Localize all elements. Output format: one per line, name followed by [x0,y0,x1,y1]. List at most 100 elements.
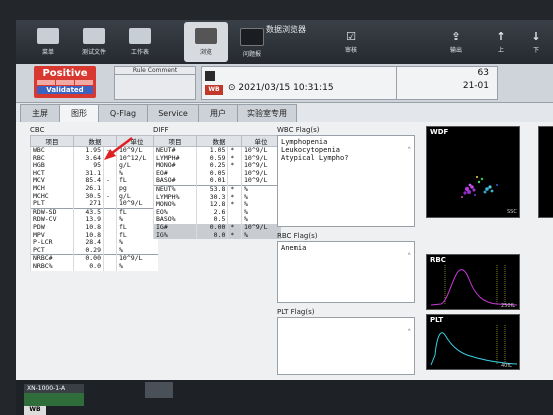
menu-button[interactable]: 菜单 [26,22,70,62]
wbc-flag-box[interactable]: Lymphopenia Leukocytopenia Atypical Lympho… [277,135,415,227]
tab-lab-only[interactable]: 实验室专用 [237,104,297,123]
param-value: 0.0 [195,231,228,240]
flag-item: Anemia [281,244,307,252]
tab-graphics[interactable]: 图形 [59,104,99,123]
checkbox-icon: ☑ [346,30,356,43]
param-unit: % [241,231,281,240]
param-flag: - [103,146,117,155]
cbc-header-item: 项目 [30,135,74,147]
cbc-section-title: CBC [30,126,45,134]
param-flag [227,169,242,178]
param-unit: % [116,262,158,271]
wb-tab[interactable]: WB [24,406,46,415]
wb-mode-badge: WB [205,85,223,95]
sample-number: 63 [477,68,489,78]
problem-report-icon [240,28,264,46]
rbc-flag-title: RBC Flag(s) [277,232,318,240]
rule-comment-box[interactable]: Rule Comment [114,66,196,100]
cbc-header-unit: 单位 [116,135,158,147]
param-flag [103,200,117,209]
param-flag [103,154,117,163]
tab-user[interactable]: 用户 [198,104,238,123]
param-flag [103,207,117,217]
param-flag [103,162,117,170]
plt-histogram[interactable]: PLT 40fL [426,314,520,370]
sample-status-row: Positive Validated Rule Comment WB ⊙ 202… [16,64,553,103]
wdf-axis-label: SSC [507,209,517,215]
scroll-caret-icon: ⌃ [407,252,411,259]
output-label: 输出 [449,47,462,54]
diff-header-item: 项目 [153,135,197,147]
browse-icon [195,28,217,44]
param-name: IG% [153,231,197,240]
verify-label: 审核 [344,47,357,54]
menu-button-label: 菜单 [41,49,54,56]
param-flag [227,208,242,217]
previous-label: 上 [497,47,504,54]
wbc-flag-title: WBC Flag(s) [277,126,320,134]
tab-service[interactable]: Service [147,104,199,123]
tab-qflag[interactable]: Q-Flag [98,104,148,123]
diff-table: 项目 数据 单位 NEUT# 1.05 * 10^9/L LYMPH# 0.59 * 10^9… [153,135,281,240]
param-flag [103,262,117,271]
network-switch-icon [145,382,173,398]
browse-label: 浏览 [199,49,212,56]
previous-button[interactable]: ↑ 上 [481,22,521,62]
worksheet-button[interactable]: 工作表 [118,22,162,62]
param-flag [103,254,117,263]
wdf-scattergram[interactable]: WDF SSC [426,126,520,218]
param-flag: * [227,201,242,209]
test-file-button[interactable]: 测试文件 [72,22,116,62]
param-name: NRBC% [30,262,74,271]
param-flag [103,216,117,224]
diff-row: IG% 0.0 *% [153,231,281,240]
flag-item: Lymphopenia [281,138,328,146]
rbc-axis-label: 250fL [501,303,515,309]
next-button[interactable]: ↓ 下 [516,22,553,62]
tab-main[interactable]: 主屏 [20,104,60,123]
arrow-up-icon: ↑ [496,30,506,43]
param-flag: - [103,177,117,185]
wdf-plot: SSC [461,176,517,215]
screen-title: 数据浏览器 [266,25,306,34]
plt-flag-box[interactable]: ⌃ [277,317,415,375]
param-flag [103,239,117,247]
secondary-scattergram[interactable] [538,126,553,218]
rule-comment-label: Rule Comment [115,67,195,75]
arrow-down-icon: ↓ [531,30,541,43]
param-flag: - [103,192,117,201]
problem-report-label: 问题报 [242,51,261,58]
worksheet-icon [129,28,151,44]
param-flag [103,246,117,255]
cbc-header-data: 数据 [73,135,117,147]
rbc-histogram[interactable]: RBC 250fL [426,254,520,310]
plt-hist-label: PLT [430,316,444,324]
validated-label: Validated [37,86,93,94]
device-name: XN-1000-1-A [24,384,84,393]
rack-info-box: 63 21-01 [396,66,498,100]
output-button[interactable]: ⇪ 输出 [436,22,476,62]
device-panel[interactable]: XN-1000-1-A [24,384,84,406]
next-label: 下 [532,47,539,54]
positive-badge: Positive Validated [34,66,96,98]
cbc-table: 项目 数据 单位 WBC 1.95-10^9/L RBC 3.64 10^12/L HGB… [30,135,158,271]
diff-header-data: 数据 [196,135,242,147]
flag-item: Atypical Lympho? [281,154,349,162]
rbc-hist-label: RBC [430,256,446,264]
rbc-flag-box[interactable]: Anemia ⌃ [277,241,415,303]
plt-flag-title: PLT Flag(s) [277,308,315,316]
test-file-label: 测试文件 [81,49,106,56]
device-status-bar [16,380,553,415]
verify-button[interactable]: ☑ 审核 [331,22,371,62]
analysis-datetime: ⊙ 2021/03/15 10:31:15 [228,83,334,93]
param-flag: * [227,162,242,170]
worksheet-label: 工作表 [130,49,149,56]
browse-button[interactable]: 浏览 [184,22,228,62]
scroll-caret-icon: ⌃ [407,328,411,335]
sample-info-box: WB ⊙ 2021/03/15 10:31:15 [201,66,398,100]
test-file-icon [83,28,105,44]
rack-position: 21-01 [462,81,489,91]
param-flag [103,231,117,240]
top-toolbar: 菜单 测试文件 工作表 浏览 问题报 数据浏览器 ☑ 审核 ⇪ 输出 ↑ 上 ↓… [16,20,553,64]
barcode-icon [205,71,215,81]
